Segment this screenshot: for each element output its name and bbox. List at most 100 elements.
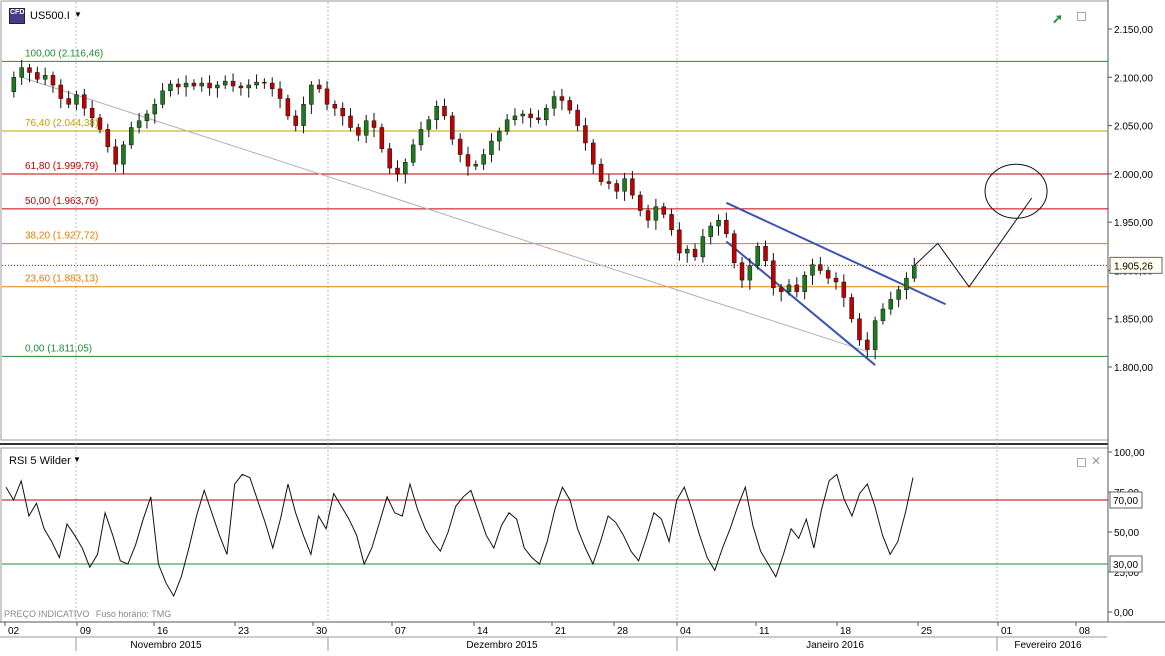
candle-body	[559, 96, 565, 101]
candle-body	[89, 107, 95, 119]
candle-body	[575, 109, 580, 126]
candle-body	[630, 178, 635, 196]
candle-body	[794, 284, 800, 292]
candle-body	[778, 287, 784, 292]
x-day-label: 18	[840, 626, 852, 637]
rsi-restore-window-icon[interactable]	[1077, 458, 1086, 467]
candle-body	[872, 320, 878, 350]
price-tick-label: 2.150,00	[1114, 25, 1153, 36]
candle-body	[833, 277, 839, 283]
candle-body	[888, 299, 894, 310]
x-day-label: 02	[8, 626, 20, 637]
cfd-instrument-icon[interactable]: CFD	[9, 8, 25, 24]
x-month-label: Fevereiro 2016	[1014, 640, 1082, 651]
fib-level-label: 50,00 (1.963,76)	[25, 196, 98, 207]
price-tick-label: 2.000,00	[1114, 170, 1153, 181]
candle-body	[739, 262, 745, 281]
candle-body	[489, 140, 494, 155]
x-month-label: Janeiro 2016	[806, 640, 864, 651]
candle-body	[614, 183, 619, 192]
candle-body	[653, 206, 659, 221]
rsi-tick-label: 0,00	[1114, 608, 1134, 619]
x-day-label: 08	[1079, 626, 1091, 637]
candle-body	[418, 129, 424, 146]
candle-body	[825, 270, 831, 279]
rsi-caret-down-icon[interactable]: ▼	[73, 455, 81, 464]
x-month-label: Novembro 2015	[130, 640, 202, 651]
candle-body	[841, 281, 847, 298]
candle-body	[544, 107, 549, 121]
x-day-label: 04	[680, 626, 692, 637]
rsi-tick-label: 100,00	[1114, 448, 1145, 459]
restore-window-icon[interactable]	[1077, 12, 1086, 21]
candle-body	[450, 115, 455, 140]
candle-body	[606, 181, 612, 184]
candle-body	[316, 84, 322, 90]
fib-level-label: 76,40 (2.044,38)	[25, 118, 98, 129]
candle-body	[810, 264, 815, 276]
candle-body	[465, 154, 471, 167]
candle-body	[512, 115, 518, 121]
candle-body	[857, 318, 862, 341]
candle-body	[363, 120, 369, 136]
candle-body	[426, 119, 432, 130]
candle-body	[403, 162, 408, 175]
rsi-level-label: 30,00	[1113, 560, 1138, 571]
candle-body	[849, 297, 854, 319]
candle-body	[113, 146, 118, 165]
candle-body	[622, 178, 627, 192]
candle-body	[637, 194, 643, 211]
candle-body	[129, 127, 134, 146]
candle-body	[583, 125, 588, 144]
candle-body	[410, 144, 416, 163]
footer-timezone: Fuso horário: TMG	[95, 609, 172, 619]
x-day-label: 07	[395, 626, 407, 637]
candle-body	[215, 84, 220, 89]
price-panel-frame	[0, 0, 1109, 441]
candle-body	[183, 82, 189, 88]
candle-body	[473, 163, 479, 167]
fib-level-label: 0,00 (1.811,05)	[25, 343, 92, 354]
candle-body	[356, 127, 361, 136]
candle-body	[176, 83, 181, 88]
candle-body	[708, 225, 713, 237]
candle-body	[42, 75, 48, 80]
x-month-label: Dezembro 2015	[466, 640, 538, 651]
price-chart[interactable]: 2.150,00 2.100,00 2.050,00 2.000,00 1.950,00…	[0, 0, 1165, 651]
candle-body	[105, 129, 111, 148]
trend-up-icon[interactable]: ➚	[1052, 11, 1063, 27]
candle-body	[191, 82, 197, 87]
x-day-label: 23	[238, 626, 250, 637]
candle-body	[771, 260, 776, 289]
rsi-title[interactable]: RSI 5 Wilder	[9, 455, 71, 467]
candle-body	[332, 104, 338, 109]
candle-body	[763, 246, 768, 262]
candle-body	[880, 308, 886, 321]
candle-body	[520, 113, 526, 117]
caret-down-icon[interactable]: ▼	[74, 10, 82, 19]
candle-body	[35, 72, 40, 80]
candle-body	[912, 265, 917, 279]
candle-body	[152, 104, 158, 115]
candle-body	[309, 84, 314, 105]
rsi-tick-label: 50,00	[1114, 528, 1139, 539]
cfd-icon-glyph: CFD	[10, 9, 25, 16]
candle-body	[669, 214, 674, 231]
candle-body	[324, 88, 330, 105]
candle-body	[136, 120, 142, 128]
candle-body	[786, 284, 792, 292]
rsi-level-label: 70,00	[1113, 496, 1138, 507]
candle-body	[528, 113, 533, 119]
price-tick-label: 1.800,00	[1114, 363, 1153, 374]
rsi-close-icon[interactable]: ✕	[1091, 454, 1101, 468]
candle-body	[74, 94, 79, 105]
candle-body	[207, 82, 212, 89]
candle-body	[58, 84, 64, 99]
symbol-label[interactable]: US500.I	[30, 10, 70, 22]
candle-body	[904, 277, 909, 290]
candle-body	[11, 77, 17, 93]
candle-body	[262, 81, 267, 84]
candle-body	[348, 115, 353, 128]
candle-body	[865, 339, 870, 350]
x-day-label: 01	[1001, 626, 1013, 637]
